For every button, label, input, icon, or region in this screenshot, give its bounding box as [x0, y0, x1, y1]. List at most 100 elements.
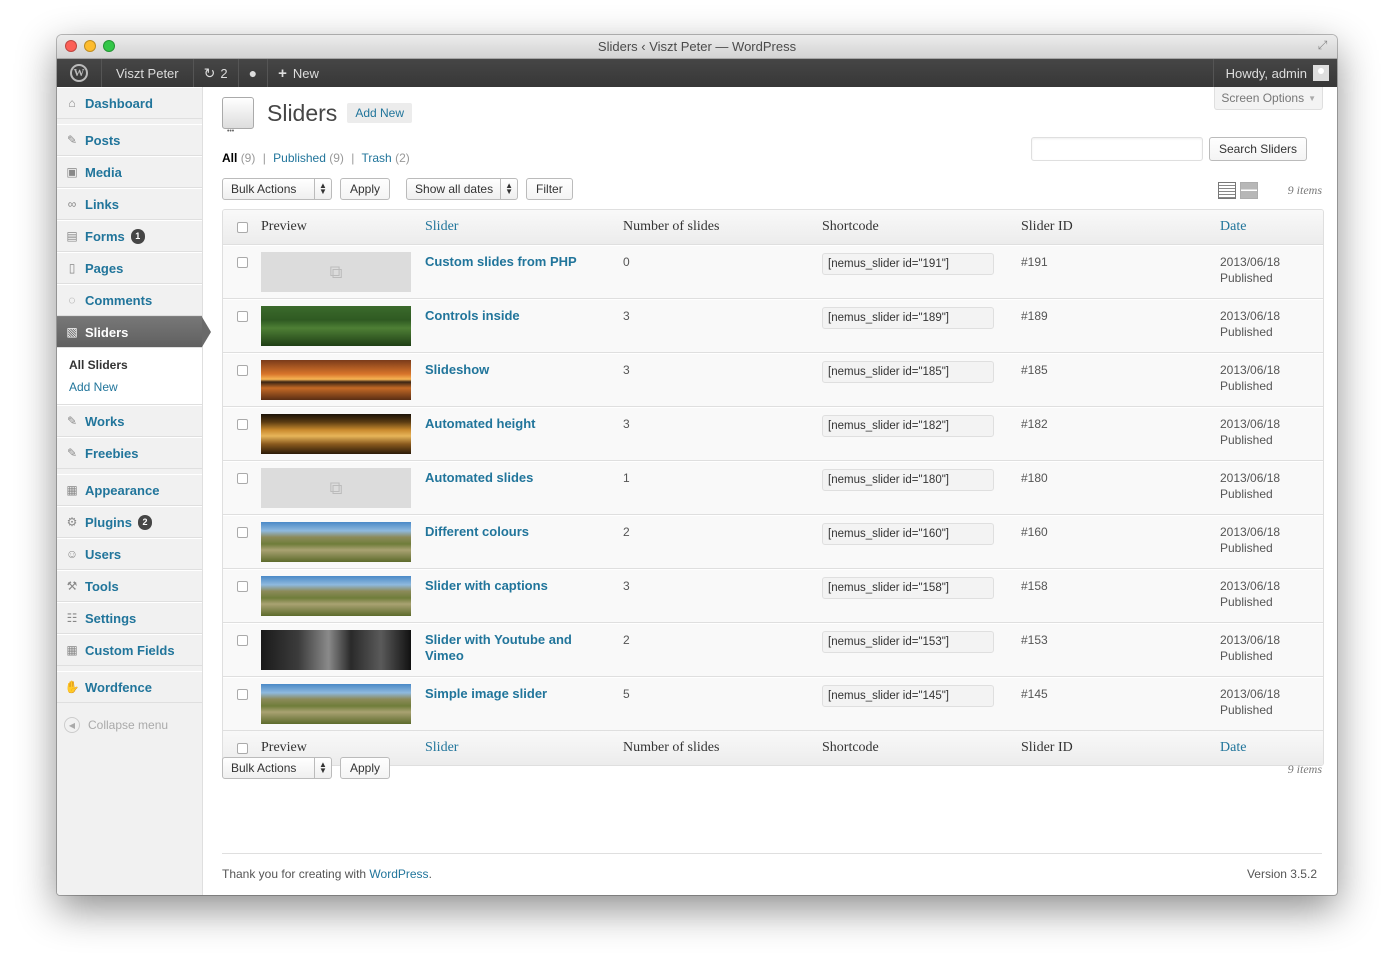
slide-count: 2	[623, 525, 630, 539]
sidebar-item-media[interactable]: ▣ Media	[57, 156, 202, 188]
view-published-count: (9)	[329, 151, 344, 165]
comments-link[interactable]: ●	[239, 59, 269, 87]
column-slider-sort[interactable]: Slider	[425, 740, 623, 756]
slider-title-link[interactable]: Simple image slider	[425, 686, 563, 701]
slider-title-link[interactable]: Custom slides from PHP	[425, 254, 593, 269]
preview-thumbnail	[261, 360, 411, 400]
main-content: Screen Options ▼ Sliders Add New All (9)…	[222, 87, 1324, 895]
shortcode-field[interactable]: [nemus_slider id="185"]	[822, 361, 994, 383]
add-new-button[interactable]: Add New	[347, 103, 413, 123]
slider-title-link[interactable]: Slider with Youtube and Vimeo	[425, 632, 572, 663]
sidebar-item-plugins[interactable]: ⚙ Plugins 2	[57, 506, 202, 538]
row-checkbox[interactable]	[236, 257, 248, 268]
row-checkbox[interactable]	[236, 689, 248, 700]
column-date-sort[interactable]: Date	[1220, 740, 1323, 756]
shortcode-field[interactable]: [nemus_slider id="153"]	[822, 631, 994, 653]
shortcode-field[interactable]: [nemus_slider id="158"]	[822, 577, 994, 599]
list-view-icon[interactable]	[1218, 182, 1236, 199]
search-input[interactable]	[1030, 137, 1203, 161]
sidebar-item-forms[interactable]: ▤ Forms 1	[57, 220, 202, 252]
row-checkbox[interactable]	[236, 581, 248, 592]
table-row: Automated height 3 [nemus_slider id="182…	[223, 407, 1323, 461]
sidebar-item-posts[interactable]: ✎ Posts	[57, 124, 202, 156]
collapse-menu-button[interactable]: ◀ Collapse menu	[57, 703, 202, 733]
screen-options-label: Screen Options	[1221, 91, 1305, 105]
bulk-apply-button-bottom[interactable]: Apply	[340, 757, 391, 779]
sidebar-item-sliders[interactable]: ▧ Sliders	[57, 316, 211, 348]
search-sliders-button[interactable]: Search Sliders	[1208, 137, 1307, 161]
shortcode-field[interactable]: [nemus_slider id="191"]	[822, 253, 994, 275]
shortcode-field[interactable]: [nemus_slider id="145"]	[822, 685, 994, 707]
table-row: Slider with captions 3 [nemus_slider id=…	[223, 569, 1323, 623]
screen-options-button[interactable]: Screen Options ▼	[1214, 87, 1323, 110]
row-checkbox[interactable]	[236, 311, 248, 322]
my-account-menu[interactable]: Howdy, admin	[1212, 59, 1337, 87]
slider-title-link[interactable]: Slider with captions	[425, 578, 564, 593]
row-checkbox[interactable]	[236, 365, 248, 376]
bulk-actions-select-bottom[interactable]: Bulk Actions ▲ ▼	[222, 757, 332, 779]
sidebar-item-appearance[interactable]: ▦ Appearance	[57, 474, 202, 506]
select-all-checkbox[interactable]	[236, 221, 248, 233]
fullscreen-icon[interactable]: ⤢	[1316, 39, 1329, 52]
sidebar-item-dashboard[interactable]: ⌂ Dashboard	[57, 87, 202, 119]
pushpin-icon: ✎	[66, 133, 78, 147]
sidebar-item-wordfence[interactable]: ✋ Wordfence	[57, 671, 202, 703]
sidebar-item-custom-fields[interactable]: ▦ Custom Fields	[57, 634, 202, 666]
bulk-actions-value: Bulk Actions	[231, 761, 297, 775]
select-all-checkbox-footer[interactable]	[236, 742, 248, 754]
excerpt-view-icon[interactable]	[1240, 182, 1258, 199]
view-trash-link[interactable]: Trash	[362, 151, 392, 165]
shortcode-field[interactable]: [nemus_slider id="160"]	[822, 523, 994, 545]
sidebar-item-tools[interactable]: ⚒ Tools	[57, 570, 202, 602]
sidebar-item-settings[interactable]: ☷ Settings	[57, 602, 202, 634]
date-filter-select[interactable]: Show all dates ▲ ▼	[406, 178, 519, 200]
sidebar-item-label: Pages	[85, 260, 124, 276]
site-name: Viszt Peter	[116, 65, 179, 81]
view-all-link[interactable]: All	[222, 151, 237, 165]
shortcode-field[interactable]: [nemus_slider id="182"]	[822, 415, 994, 437]
bulk-apply-button[interactable]: Apply	[340, 178, 391, 200]
filter-button[interactable]: Filter	[526, 178, 573, 200]
view-published-link[interactable]: Published	[273, 151, 326, 165]
window-titlebar: Sliders ‹ Viszt Peter — WordPress ⤢	[57, 35, 1337, 59]
row-checkbox[interactable]	[236, 635, 248, 646]
footer-period: .	[428, 867, 432, 881]
shortcode-field[interactable]: [nemus_slider id="180"]	[822, 469, 994, 491]
row-date: 2013/06/18	[1220, 255, 1281, 269]
wp-logo-menu[interactable]: W	[57, 59, 102, 87]
row-checkbox[interactable]	[236, 419, 248, 430]
shortcode-field[interactable]: [nemus_slider id="189"]	[822, 307, 994, 329]
slider-title-link[interactable]: Slideshow	[425, 362, 505, 377]
sidebar-item-works[interactable]: ✎ Works	[57, 405, 202, 437]
slider-id: #145	[1021, 687, 1048, 701]
avatar	[1313, 65, 1329, 81]
submenu-all-sliders[interactable]: All Sliders	[69, 354, 202, 376]
sidebar-item-users[interactable]: ☺ Users	[57, 538, 202, 570]
site-name-link[interactable]: Viszt Peter	[102, 59, 194, 87]
sidebar-item-freebies[interactable]: ✎ Freebies	[57, 437, 202, 469]
slider-title-link[interactable]: Different colours	[425, 524, 545, 539]
slider-title-link[interactable]: Automated slides	[425, 470, 549, 485]
comment-icon: ◌	[68, 293, 76, 307]
updates-link[interactable]: ↻ 2	[194, 59, 239, 87]
sidebar-item-pages[interactable]: ▯ Pages	[57, 252, 202, 284]
page-title: Sliders	[267, 99, 338, 126]
column-slider-sort[interactable]: Slider	[425, 219, 623, 235]
zoom-window-button[interactable]	[103, 40, 115, 52]
slider-title-link[interactable]: Automated height	[425, 416, 552, 431]
new-content-link[interactable]: + New	[268, 59, 329, 87]
close-window-button[interactable]	[65, 40, 77, 52]
sidebar-item-links[interactable]: ∞ Links	[57, 188, 202, 220]
sliders-table: Preview Slider Number of slides Shortcod…	[222, 209, 1324, 766]
slider-title-link[interactable]: Controls inside	[425, 308, 536, 323]
row-status: Published	[1220, 595, 1273, 609]
bulk-actions-select[interactable]: Bulk Actions ▲ ▼	[222, 178, 332, 200]
row-checkbox[interactable]	[236, 473, 248, 484]
slider-id: #153	[1021, 633, 1048, 647]
sidebar-item-comments[interactable]: ◌ Comments	[57, 284, 202, 316]
row-checkbox[interactable]	[236, 527, 248, 538]
wordpress-link[interactable]: WordPress	[369, 867, 428, 881]
submenu-add-new[interactable]: Add New	[69, 376, 202, 398]
column-date-sort[interactable]: Date	[1220, 219, 1323, 235]
minimize-window-button[interactable]	[84, 40, 96, 52]
